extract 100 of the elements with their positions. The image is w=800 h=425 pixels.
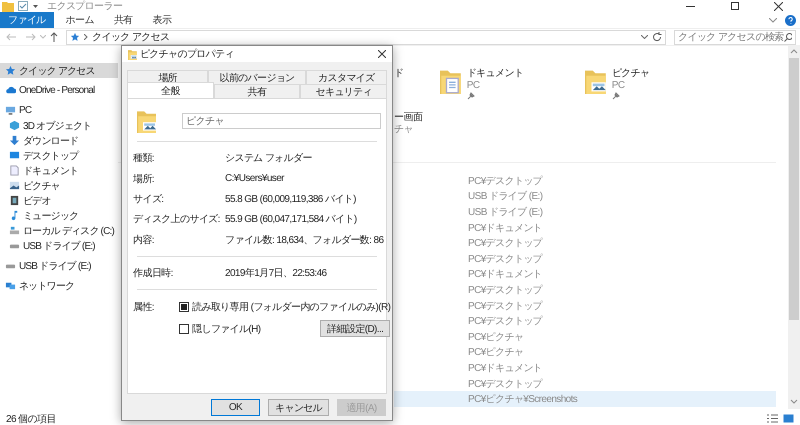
recent-file-row[interactable]: PC¥デスクトップ [394,313,776,329]
recent-file-row[interactable]: PC¥ピクチャ [394,328,776,345]
scrollbar[interactable] [788,46,800,409]
recent-file-row[interactable]: PC¥ドキュメント [394,360,776,376]
sidebar-item[interactable]: OneDrive - Personal [0,83,118,98]
recent-file-row[interactable]: PC¥デスクトップ [394,235,776,251]
folder-icon [585,68,606,94]
refresh-icon[interactable] [652,32,662,42]
advanced-button[interactable]: 詳細設定(D)... [320,320,390,338]
dialog-tab[interactable]: セキュリティ [300,84,388,98]
folder-location: チャ [394,124,413,136]
property-value: 2019年1月7日、22:53:46 [225,267,326,280]
recent-file-row[interactable]: PC¥ドキュメント [394,266,776,282]
film-icon [9,195,20,206]
sidebar-item[interactable]: デスクトップ [0,148,118,163]
picture-icon [9,180,20,191]
network-icon [5,280,16,291]
ribbon-tab[interactable]: ファイル [0,12,54,28]
ribbon-tab[interactable]: 表示 [144,12,180,28]
property-label: 属性: [133,300,154,314]
chevron-right-icon [84,34,88,40]
ribbon-tab[interactable]: 共有 [106,12,141,28]
search-icon [784,32,792,42]
dialog-tab[interactable]: カスタマイズ [306,70,387,84]
folder-name[interactable]: ピクチャ [612,68,650,80]
window-title: エクスプローラー [47,0,122,13]
property-value: C:¥Users¥user [225,173,284,184]
property-value: システム フォルダー [225,152,312,166]
sidebar-item[interactable]: ドキュメント [0,163,118,178]
property-label: 作成日時: [133,266,173,280]
dialog-tab[interactable]: 共有 [214,84,300,98]
property-value: 55.8 GB (60,009,119,386 バイト) [225,192,356,206]
dialog-tab[interactable]: 以前のバージョン [208,70,306,84]
sidebar-item[interactable]: ピクチャ [0,178,118,193]
up-arrow-icon[interactable] [50,32,58,42]
folder-location: PC [466,80,480,92]
recent-file-row[interactable]: USB ドライブ (E:) [394,204,776,220]
help-icon[interactable] [785,14,796,26]
desktop-icon [9,150,20,161]
down-arrow-icon [9,135,20,146]
ribbon-tab[interactable]: ホーム [58,12,102,28]
drive-icon [9,225,20,236]
close-icon[interactable] [378,50,386,58]
recent-file-row[interactable]: PC¥デスクトップ [394,376,776,392]
large-icons-view-icon[interactable] [783,414,794,423]
folder-location: PC [612,80,624,92]
property-label: サイズ: [133,192,164,206]
sidebar-item[interactable]: 3D オブジェクト [0,118,118,133]
dialog-button[interactable]: OK [210,399,260,416]
sidebar-item[interactable]: ローカル ディスク (C:) [0,223,118,238]
property-label: 内容: [133,234,154,247]
details-view-icon[interactable] [767,414,778,423]
sidebar-item[interactable]: PC [0,103,118,118]
dialog-tab[interactable]: 全般 [127,82,214,98]
folder-name[interactable]: ドキュメント [466,68,524,80]
property-value: ファイル数: 18,634、フォルダー数: 86 [225,234,384,247]
chevron-down-icon[interactable] [641,35,648,39]
sidebar-item[interactable]: USB ドライブ (E:) [0,258,118,273]
star-icon [70,32,80,42]
maximize-icon [730,2,738,10]
checkbox[interactable]: 隠しファイル(H) [179,322,260,336]
item-count: 26 個の項目 [6,412,56,425]
recent-file-row[interactable]: PC¥デスクトップ [394,298,776,314]
recent-file-row[interactable]: PC¥デスクトップ [394,250,776,267]
recent-file-row[interactable]: PC¥デスクトップ [394,173,776,189]
cube-icon [9,120,20,131]
music-note-icon [9,210,20,221]
dialog-title: ピクチャのプロパティ [140,48,234,61]
recent-file-row[interactable]: PC¥ドキュメント [394,220,776,236]
chevron-down-icon[interactable] [769,18,777,22]
computer-icon [5,105,16,116]
recent-file-row[interactable]: PC¥ピクチャ [394,344,776,360]
folder-icon [137,109,156,133]
sidebar-item[interactable]: ネットワーク [0,278,118,293]
property-label: ディスク上のサイズ: [133,212,220,226]
name-field[interactable]: ピクチャ [182,113,381,129]
sidebar-item[interactable]: ビデオ [0,193,118,208]
star-icon [5,65,16,76]
folder-icon [128,48,137,60]
property-label: 種類: [133,152,154,166]
property-label: 場所: [133,172,154,186]
sidebar-item[interactable]: ダウンロード [0,133,118,148]
search-field[interactable]: クイック アクセスの検索 [674,30,796,44]
dialog-button[interactable]: キャンセル [268,399,329,416]
folder-name[interactable]: ド [394,68,404,80]
folder-name[interactable]: ー画面 [394,112,422,124]
property-value: 55.9 GB (60,047,171,584 バイト) [225,213,357,226]
recent-file-row[interactable]: USB ドライブ (E:) [394,188,776,204]
close-icon [774,2,782,10]
checkmark-icon[interactable] [18,1,28,11]
document-icon [9,165,20,176]
recent-file-row[interactable]: PC¥デスクトップ [394,282,776,298]
folder-icon [440,68,461,94]
cloud-icon [5,85,16,96]
caret-icon[interactable] [32,2,39,10]
sidebar-item[interactable]: クイック アクセス [0,63,118,78]
sidebar-item[interactable]: ミュージック [0,208,118,223]
sidebar-item[interactable]: USB ドライブ (E:) [0,238,118,253]
checkbox[interactable]: 読み取り専用 (フォルダー内のファイルのみ)(R) [179,300,390,314]
address-bar[interactable]: クイック アクセス [66,30,666,44]
